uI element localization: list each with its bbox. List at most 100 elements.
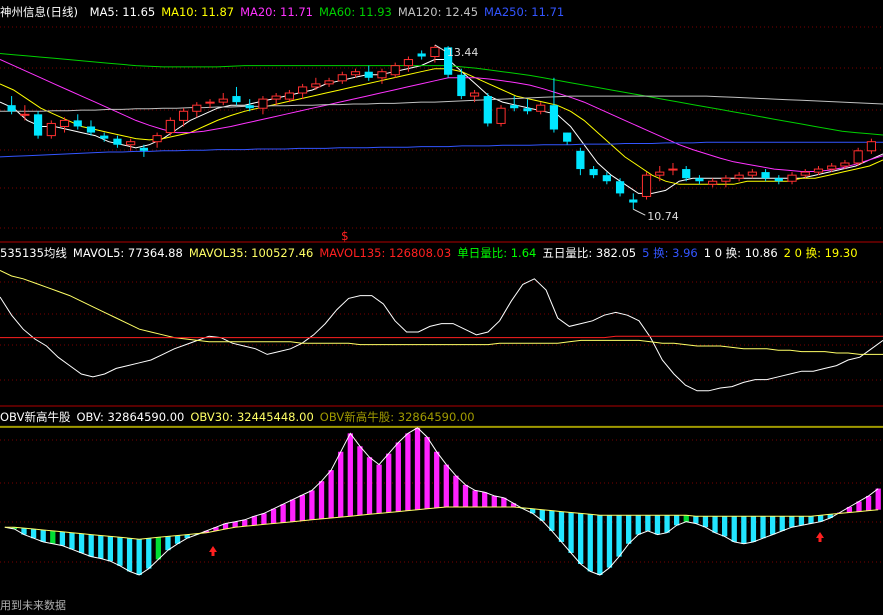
candle-body-8 — [113, 138, 122, 145]
candle-body-2 — [33, 114, 43, 136]
ma-label-0: MA5: 11.65 — [89, 5, 156, 19]
candle-body-63 — [840, 162, 850, 167]
candle-body-41 — [549, 105, 559, 130]
candle-body-51 — [682, 169, 691, 179]
buy-arrow-icon-0 — [209, 546, 217, 556]
volume-label-4: 单日量比: 1.64 — [457, 246, 537, 260]
candle-body-34 — [457, 74, 466, 97]
candle-body-65 — [866, 141, 876, 152]
candle-body-30 — [403, 59, 414, 67]
candle-body-4 — [59, 119, 70, 127]
candle-body-62 — [827, 165, 837, 170]
obv-line — [4, 427, 879, 576]
candle-body-18 — [245, 105, 254, 109]
candle-body-0 — [7, 105, 16, 112]
footer-note: 用到未来数据 — [0, 599, 66, 612]
obv-label-2: OBV30: 32445448.00 — [190, 410, 314, 424]
candle-body-7 — [100, 135, 109, 139]
dollar-marker: $ — [341, 229, 349, 243]
mavol35-line — [0, 269, 883, 355]
candle-body-17 — [232, 96, 241, 103]
volume-panel[interactable] — [0, 269, 883, 392]
ma-label-3: MA60: 11.93 — [318, 5, 392, 19]
candle-body-20 — [271, 95, 281, 100]
candle-body-25 — [337, 74, 347, 82]
ma-label-4: MA120: 12.45 — [397, 5, 479, 19]
mavol135-line — [0, 335, 883, 339]
candle-body-6 — [86, 126, 96, 133]
candle-body-29 — [390, 65, 400, 76]
ma10-line — [0, 68, 883, 185]
ma-labels: MA5: 11.65 MA10: 11.87 MA20: 11.71 MA60: 11… — [90, 5, 571, 19]
candle-body-16 — [218, 98, 228, 103]
candle-body-43 — [576, 150, 585, 170]
candle-body-36 — [483, 96, 492, 124]
candle-body-5 — [73, 120, 82, 127]
candle-body-13 — [178, 110, 189, 121]
candle-body-61 — [813, 168, 824, 173]
candle-body-35 — [469, 92, 480, 97]
high-label: 13.44 — [447, 46, 479, 59]
candle-body-64 — [853, 150, 863, 164]
obv-label-0: OBV新高牛股 — [0, 410, 71, 424]
price-header: 神州信息(日线) MA5: 11.65 MA10: 11.87 MA20: 11.7… — [0, 3, 576, 21]
stock-name: 神州信息(日线) — [0, 5, 78, 19]
obv-header: OBV新高牛股 OBV: 32864590.00 OBV30: 32445448.0… — [0, 408, 487, 426]
candle-body-22 — [298, 86, 308, 94]
volume-label-2: MAVOL35: 100527.46 — [188, 246, 314, 260]
obv-label-3: OBV新高牛股: 32864590.00 — [319, 410, 475, 424]
volume-label-8: 2 0 换: 19.30 — [783, 246, 858, 260]
grid-lines — [0, 26, 883, 563]
candle-body-32 — [430, 46, 440, 58]
candle-body-42 — [563, 132, 572, 142]
obv30-line — [4, 506, 879, 540]
ma20-line — [0, 59, 883, 172]
candle-body-37 — [496, 107, 506, 124]
candle-body-11 — [152, 135, 162, 143]
ma60-line — [0, 53, 883, 136]
candle-body-55 — [734, 174, 744, 179]
price-panel[interactable]: 13.44 10.74 $ — [0, 44, 883, 243]
low-label: 10.74 — [647, 210, 679, 223]
ma-label-5: MA250: 11.71 — [484, 5, 565, 19]
buy-arrow-icon-1 — [816, 532, 824, 542]
candle-body-47 — [629, 199, 638, 203]
volume-label-1: MAVOL5: 77364.88 — [72, 246, 183, 260]
volume-label-7: 1 0 换: 10.86 — [703, 246, 778, 260]
volume-labels: 535135均线 MAVOL5: 77364.88 MAVOL35: 100527.… — [0, 246, 864, 260]
candle-body-12 — [165, 119, 175, 134]
candle-body-14 — [192, 104, 202, 112]
volume-label-5: 五日量比: 382.05 — [542, 246, 637, 260]
stock-chart[interactable]: 13.44 10.74 $ — [0, 0, 883, 615]
candle-body-38 — [510, 105, 519, 109]
candle-body-40 — [536, 104, 546, 112]
ma-label-2: MA20: 11.71 — [240, 5, 313, 19]
candle-body-50 — [668, 168, 678, 171]
ma120-line — [0, 95, 883, 112]
candle-body-27 — [364, 71, 373, 78]
candle-body-24 — [324, 80, 334, 85]
candle-body-23 — [311, 83, 321, 88]
volume-header: 535135均线 MAVOL5: 77364.88 MAVOL35: 100527.… — [0, 244, 870, 262]
obv-panel[interactable] — [0, 425, 883, 576]
candle-body-39 — [523, 108, 532, 112]
candle-body-19 — [258, 98, 268, 109]
candle-body-1 — [20, 113, 30, 116]
candle-body-52 — [695, 178, 704, 182]
candle-body-54 — [721, 177, 731, 182]
candle-body-60 — [800, 171, 810, 176]
candle-body-3 — [46, 122, 56, 137]
low-pointer — [633, 208, 646, 216]
candle-body-58 — [774, 178, 783, 182]
candle-body-44 — [589, 169, 598, 176]
candle-body-28 — [377, 71, 387, 79]
obv-labels: OBV新高牛股 OBV: 32864590.00 OBV30: 32445448.0… — [0, 410, 481, 424]
obv-label-1: OBV: 32864590.00 — [76, 410, 185, 424]
volume-label-6: 5 换: 3.96 — [642, 246, 698, 260]
candle-body-57 — [761, 172, 770, 179]
candle-body-45 — [602, 175, 611, 182]
candle-body-59 — [787, 174, 797, 182]
ma-label-1: MA10: 11.87 — [161, 5, 235, 19]
candle-body-31 — [417, 53, 426, 57]
candle-body-21 — [284, 92, 294, 100]
